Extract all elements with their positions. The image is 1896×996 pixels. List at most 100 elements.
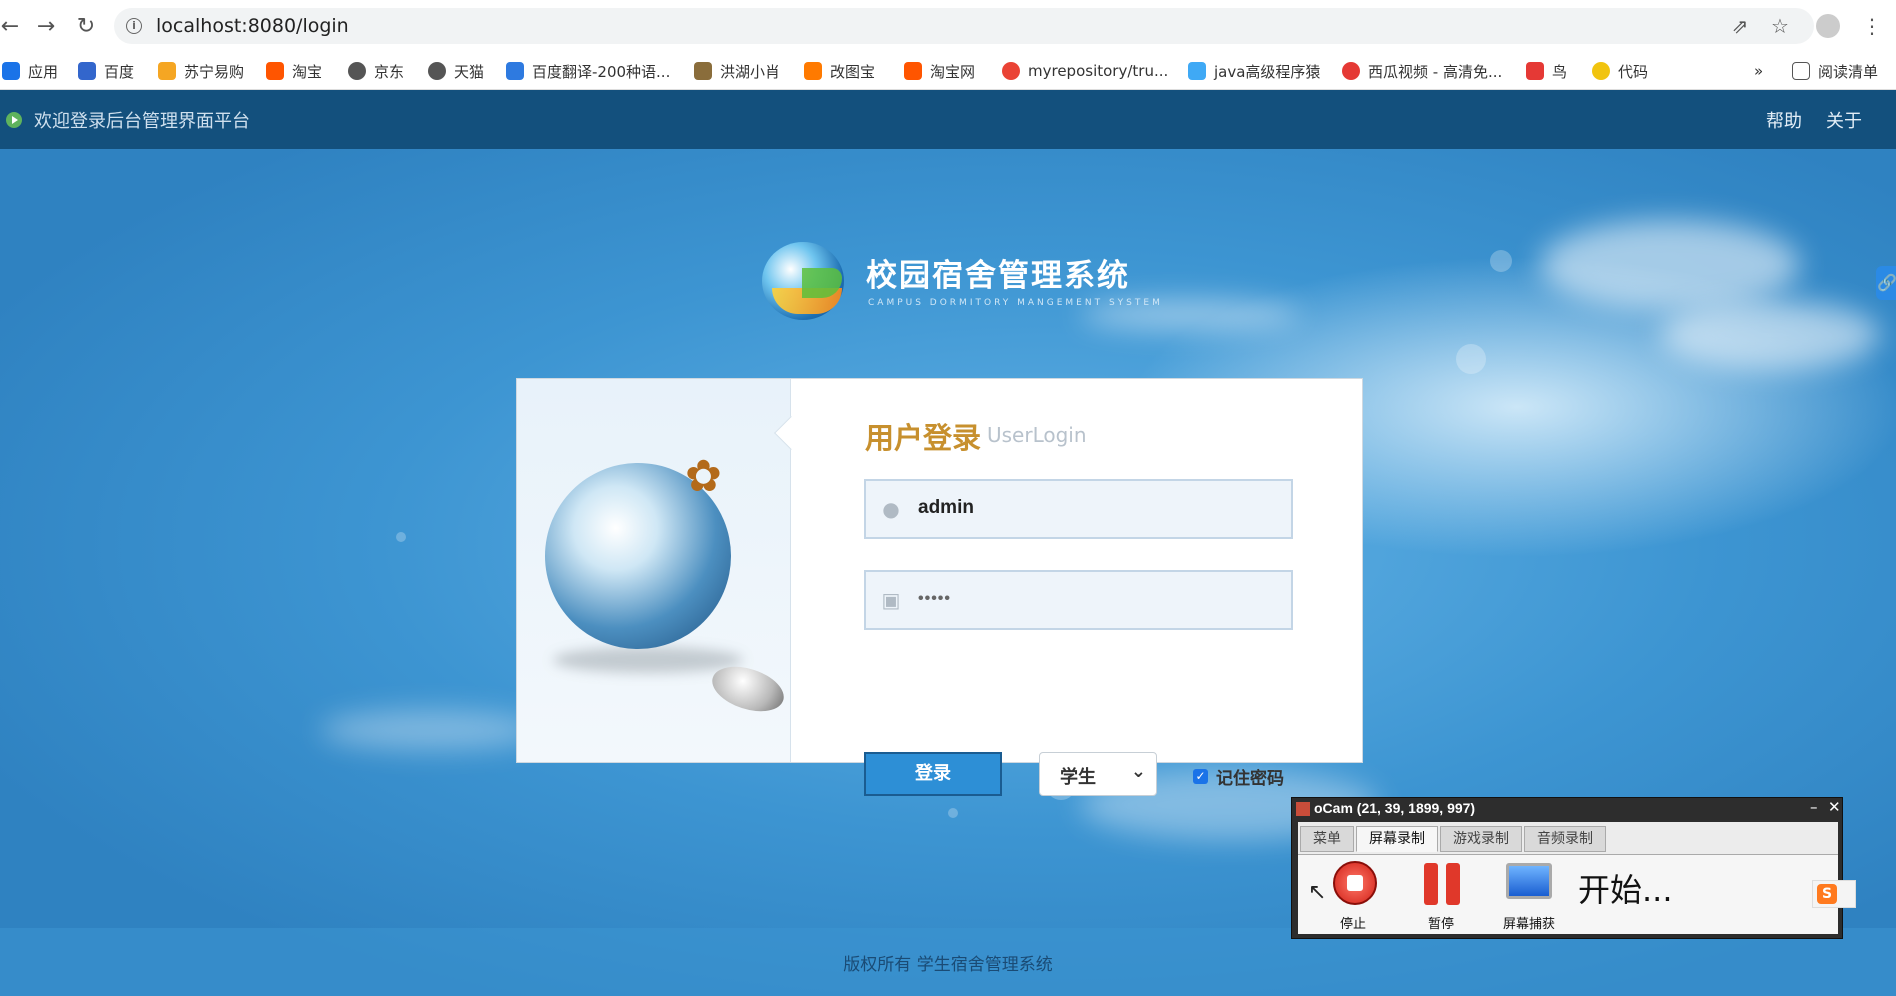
screen-capture-label: 屏幕捕获 [1502, 917, 1555, 932]
pause-label: 暂停 [1427, 917, 1454, 932]
tab-audio-record[interactable]: 音频录制 [1524, 826, 1606, 852]
forward-icon[interactable]: → [30, 10, 62, 42]
password-input[interactable]: ▣ ••••• [864, 570, 1293, 630]
about-link[interactable]: 关于 [1826, 107, 1862, 133]
ocam-title: oCam (21, 39, 1899, 997) [1314, 800, 1476, 816]
reading-list-button[interactable]: 阅读清单 [1792, 58, 1878, 84]
monitor-icon [1506, 863, 1552, 899]
bubble-decoration [1490, 250, 1512, 272]
stop-button[interactable]: 停止 [1318, 859, 1388, 933]
ocam-app-icon [1296, 802, 1310, 817]
bilibili-icon [1188, 62, 1206, 80]
bubble-decoration [948, 808, 958, 818]
password-value: ••••• [918, 590, 952, 607]
tab-menu[interactable]: 菜单 [1300, 826, 1354, 852]
close-icon[interactable]: ✕ [1828, 798, 1841, 816]
bubble-decoration [396, 532, 406, 542]
bookmark-item[interactable]: 应用 [2, 58, 58, 84]
bookmark-item[interactable]: 鸟 [1526, 58, 1567, 84]
bookmark-star-icon[interactable]: ☆ [1766, 12, 1794, 40]
profile-avatar[interactable] [1816, 14, 1840, 38]
reading-list-icon [1792, 62, 1810, 80]
cloud-decoration [1660, 300, 1880, 370]
bookmark-item[interactable]: myrepository/tru... [1002, 58, 1168, 84]
login-panel: ✿ 用户登录 UserLogin ● admin ▣ ••••• 登录 学生 ⌄… [516, 378, 1363, 796]
browser-toolbar: ← → ↻ i localhost:8080/login ⇗ ☆ ⋮ [0, 0, 1896, 52]
pause-button[interactable]: 暂停 [1406, 859, 1476, 933]
pause-icon [1424, 863, 1462, 905]
reload-icon[interactable]: ↻ [70, 10, 102, 42]
suning-icon [158, 62, 176, 80]
bookmark-item[interactable]: 洪湖小肖 [694, 58, 780, 84]
tab-screen-record[interactable]: 屏幕录制 [1356, 826, 1438, 852]
copyright-text: 版权所有 学生宿舍管理系统 [843, 955, 1053, 975]
role-select[interactable]: 学生 ⌄ [1039, 752, 1157, 796]
link-icon[interactable]: 🔗 [1876, 266, 1896, 300]
bookmark-item[interactable]: 京东 [348, 58, 404, 84]
login-title-en: UserLogin [987, 423, 1087, 447]
share-icon[interactable]: ⇗ [1726, 12, 1754, 40]
taobao-icon [266, 62, 284, 80]
chrome-icon [1002, 62, 1020, 80]
username-input[interactable]: ● admin [864, 479, 1293, 539]
globe-shadow [553, 647, 743, 673]
help-link[interactable]: 帮助 [1766, 107, 1802, 133]
bookmark-item[interactable]: 淘宝网 [904, 58, 975, 84]
bookmark-item[interactable]: 代码 [1592, 58, 1648, 84]
xigua-icon [1342, 62, 1360, 80]
taobao-icon [904, 62, 922, 80]
bookmark-item[interactable]: 苏宁易购 [158, 58, 244, 84]
ocam-titlebar: oCam (21, 39, 1899, 997) [1296, 800, 1838, 820]
cloud-decoration [1540, 220, 1800, 310]
address-bar[interactable]: i localhost:8080/login [114, 8, 1814, 44]
bookmark-item[interactable]: 天猫 [428, 58, 484, 84]
bookmark-item[interactable]: 改图宝 [804, 58, 875, 84]
bookmarks-overflow-button[interactable]: » [1754, 58, 1763, 84]
bookmark-item[interactable]: java高级程序猿 [1188, 58, 1320, 84]
url-text[interactable]: localhost:8080/login [156, 15, 349, 37]
tab-game-record[interactable]: 游戏录制 [1440, 826, 1522, 852]
role-selected-value: 学生 [1060, 767, 1096, 788]
login-title: 用户登录 [865, 421, 982, 455]
user-icon: ● [882, 497, 900, 521]
recording-status: 开始... [1578, 871, 1673, 909]
bookmark-item[interactable]: 淘宝 [266, 58, 322, 84]
butterfly-image: ✿ [685, 451, 722, 502]
welcome-title: 欢迎登录后台管理界面平台 [34, 111, 250, 132]
panel-pointer [774, 416, 808, 450]
bookmark-item[interactable]: 西瓜视频 - 高清免... [1342, 58, 1502, 84]
remember-password-label: 记住密码 [1216, 769, 1284, 789]
cloud-decoration [320, 710, 540, 750]
bookmark-item[interactable]: 百度 [78, 58, 134, 84]
menu-icon[interactable]: ⋮ [1858, 12, 1886, 40]
back-icon[interactable]: ← [0, 10, 26, 42]
checkbox-check-icon[interactable]: ✓ [1193, 769, 1208, 784]
bird-icon [1526, 62, 1544, 80]
code-icon [1592, 62, 1610, 80]
play-icon [6, 112, 22, 128]
stop-label: 停止 [1339, 917, 1366, 932]
login-illustration: ✿ [517, 379, 808, 762]
sogou-icon: S [1817, 884, 1837, 904]
username-value: admin [918, 497, 974, 518]
screen-capture-button[interactable]: 屏幕捕获 [1494, 859, 1564, 933]
minimize-icon[interactable]: – [1810, 798, 1818, 816]
lock-icon: ▣ [881, 588, 901, 612]
ocam-toolbar: 停止 暂停 屏幕捕获 开始... [1298, 854, 1838, 934]
ocam-tabs: 菜单 屏幕录制 游戏录制 音频录制 [1300, 826, 1608, 852]
top-navigation: 欢迎登录后台管理界面平台 帮助 关于 [0, 90, 1896, 149]
apps-grid-icon [2, 62, 20, 80]
login-button[interactable]: 登录 [864, 752, 1002, 796]
remember-password-checkbox[interactable]: ✓ 记住密码 [1193, 764, 1284, 789]
system-name: 校园宿舍管理系统 [866, 258, 1130, 294]
ocam-body: 菜单 屏幕录制 游戏录制 音频录制 停止 暂停 屏幕捕获 开始... [1298, 822, 1838, 934]
bookmarks-bar: 应用 百度 苏宁易购 淘宝 京东 天猫 百度翻译-200种语... 洪湖小肖 改… [0, 52, 1896, 90]
gaitubao-icon [804, 62, 822, 80]
globe-icon [428, 62, 446, 80]
bookmark-item[interactable]: 百度翻译-200种语... [506, 58, 670, 84]
stop-icon [1333, 861, 1377, 905]
sogou-ime-toolbar[interactable]: S [1812, 880, 1856, 908]
chevron-down-icon: ⌄ [1130, 761, 1146, 782]
globe-icon [348, 62, 366, 80]
site-info-icon[interactable]: i [126, 18, 142, 34]
